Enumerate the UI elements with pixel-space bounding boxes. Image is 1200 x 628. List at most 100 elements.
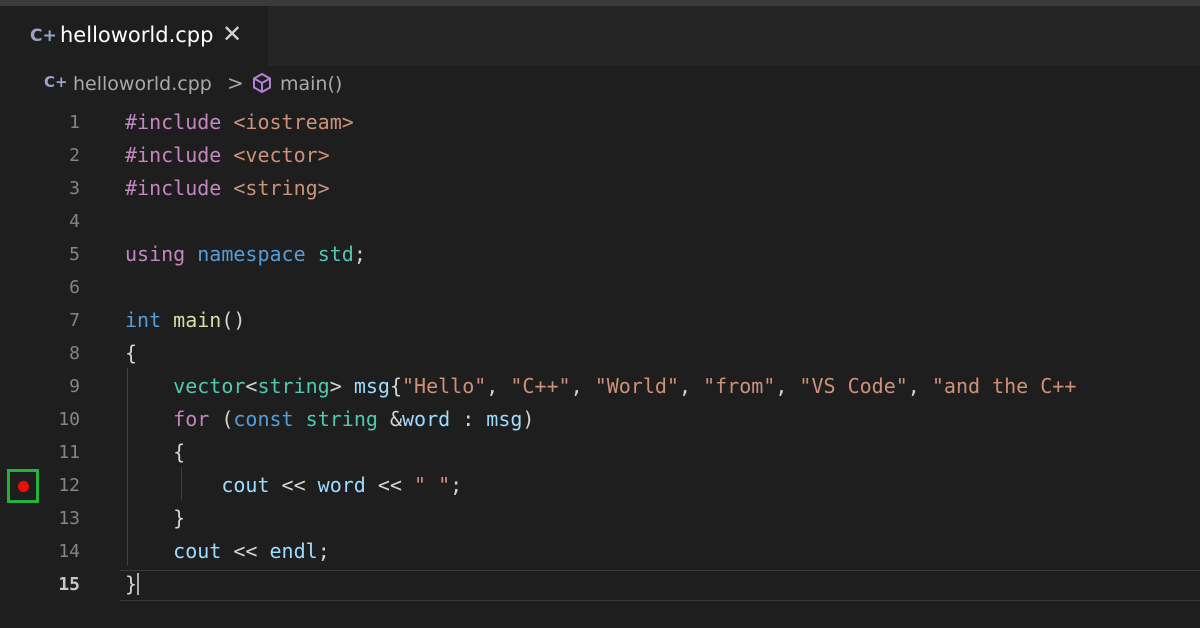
code-line[interactable]: 9 vector<string> msg{"Hello", "C++", "Wo… [0, 372, 1200, 405]
code-line[interactable]: 4 [0, 207, 1200, 240]
code-token: namespace [197, 242, 306, 266]
line-number: 4 [69, 211, 80, 232]
line-number: 14 [58, 541, 80, 562]
code-line[interactable]: 5 using namespace std; [0, 240, 1200, 273]
code-text: vector<string> msg{"Hello", "C++", "Worl… [125, 374, 1076, 398]
line-number: 5 [69, 244, 80, 265]
breakpoint-highlight[interactable] [7, 469, 39, 503]
code-editor[interactable]: 1 #include <iostream> 2 #include <vector> 3 #… [0, 104, 1200, 628]
code-token: main [173, 308, 222, 332]
code-token: word [317, 473, 366, 497]
code-token: " " [414, 473, 451, 497]
code-token: << [365, 473, 415, 497]
breadcrumb-file[interactable]: helloworld.cpp [73, 73, 212, 95]
line-number: 13 [58, 508, 80, 529]
text-cursor [137, 573, 140, 595]
code-token: } [125, 506, 186, 530]
code-token: ( [209, 407, 234, 431]
code-token: int [125, 308, 162, 332]
code-token: vector [173, 374, 246, 398]
code-line[interactable]: 13 } [0, 504, 1200, 537]
code-token: { [125, 341, 138, 365]
code-text: #include <vector> [125, 143, 330, 167]
tab-bar: C+ helloworld.cpp ✕ [0, 0, 1200, 66]
code-token: "and the C++ [931, 374, 1077, 398]
code-token: ) [522, 407, 535, 431]
line-number: 8 [69, 343, 80, 364]
code-line[interactable]: 12 cout << word << " "; [0, 471, 1200, 504]
code-token: <iostream> [233, 110, 354, 134]
code-text: } [125, 572, 140, 596]
code-line[interactable]: 1 #include <iostream> [0, 108, 1200, 141]
tab-helloworld-cpp[interactable]: C+ helloworld.cpp ✕ [0, 6, 268, 66]
code-token: msg [353, 374, 390, 398]
code-token: , [775, 374, 800, 398]
code-token: cout [173, 539, 222, 563]
code-text: #include <string> [125, 176, 330, 200]
code-token: "World" [594, 374, 679, 398]
code-line[interactable]: 8{ [0, 339, 1200, 372]
code-token: : [450, 407, 487, 431]
code-text: { [125, 440, 185, 464]
current-line-highlight [120, 570, 1200, 601]
code-token: << [221, 539, 270, 563]
code-token: , [907, 374, 932, 398]
line-number: 10 [58, 409, 80, 430]
code-token: endl [269, 539, 318, 563]
code-token: const [233, 407, 294, 431]
code-token: < [245, 374, 258, 398]
code-line[interactable]: 6 [0, 273, 1200, 306]
breadcrumb-symbol[interactable]: main() [280, 73, 342, 95]
code-line[interactable]: 15} [0, 570, 1200, 603]
code-token: } [125, 572, 138, 596]
breakpoint-icon[interactable] [18, 481, 29, 492]
code-line[interactable]: 3 #include <string> [0, 174, 1200, 207]
code-token: ; [317, 539, 330, 563]
code-line[interactable]: 7 int main() [0, 306, 1200, 339]
line-number: 12 [58, 475, 80, 496]
code-token: "from" [703, 374, 776, 398]
code-token: { [125, 440, 186, 464]
code-token: "Hello" [401, 374, 487, 398]
code-token: using [125, 242, 186, 266]
line-number: 2 [69, 145, 80, 166]
code-token: <string> [233, 176, 330, 200]
line-number: 1 [69, 112, 80, 133]
code-line[interactable]: 2 #include <vector> [0, 141, 1200, 174]
code-token: "C++" [510, 374, 571, 398]
code-token: cout [221, 473, 270, 497]
code-token: ; [353, 242, 366, 266]
tab-label: helloworld.cpp [60, 23, 214, 47]
code-line[interactable]: 10 for (const string &word : msg) [0, 405, 1200, 438]
breadcrumb: C+ helloworld.cpp > main() [0, 66, 1200, 104]
code-token: string [257, 374, 330, 398]
code-line[interactable]: 11 { [0, 438, 1200, 471]
code-line[interactable]: 14 cout << endl; [0, 537, 1200, 570]
code-text: { [125, 341, 137, 365]
code-token: & [377, 407, 402, 431]
line-number: 7 [69, 310, 80, 331]
code-token: () [221, 308, 246, 332]
code-token: for [173, 407, 210, 431]
close-icon[interactable]: ✕ [222, 20, 242, 48]
line-number: 9 [69, 376, 80, 397]
line-number: 3 [69, 178, 80, 199]
code-text: cout << endl; [125, 539, 330, 563]
code-text: using namespace std; [125, 242, 366, 266]
line-number: 15 [58, 574, 80, 595]
line-number: 6 [69, 277, 80, 298]
code-text: #include <iostream> [125, 110, 354, 134]
code-text: int main() [125, 308, 245, 332]
code-token: , [678, 374, 704, 398]
code-token: #include [125, 110, 222, 134]
